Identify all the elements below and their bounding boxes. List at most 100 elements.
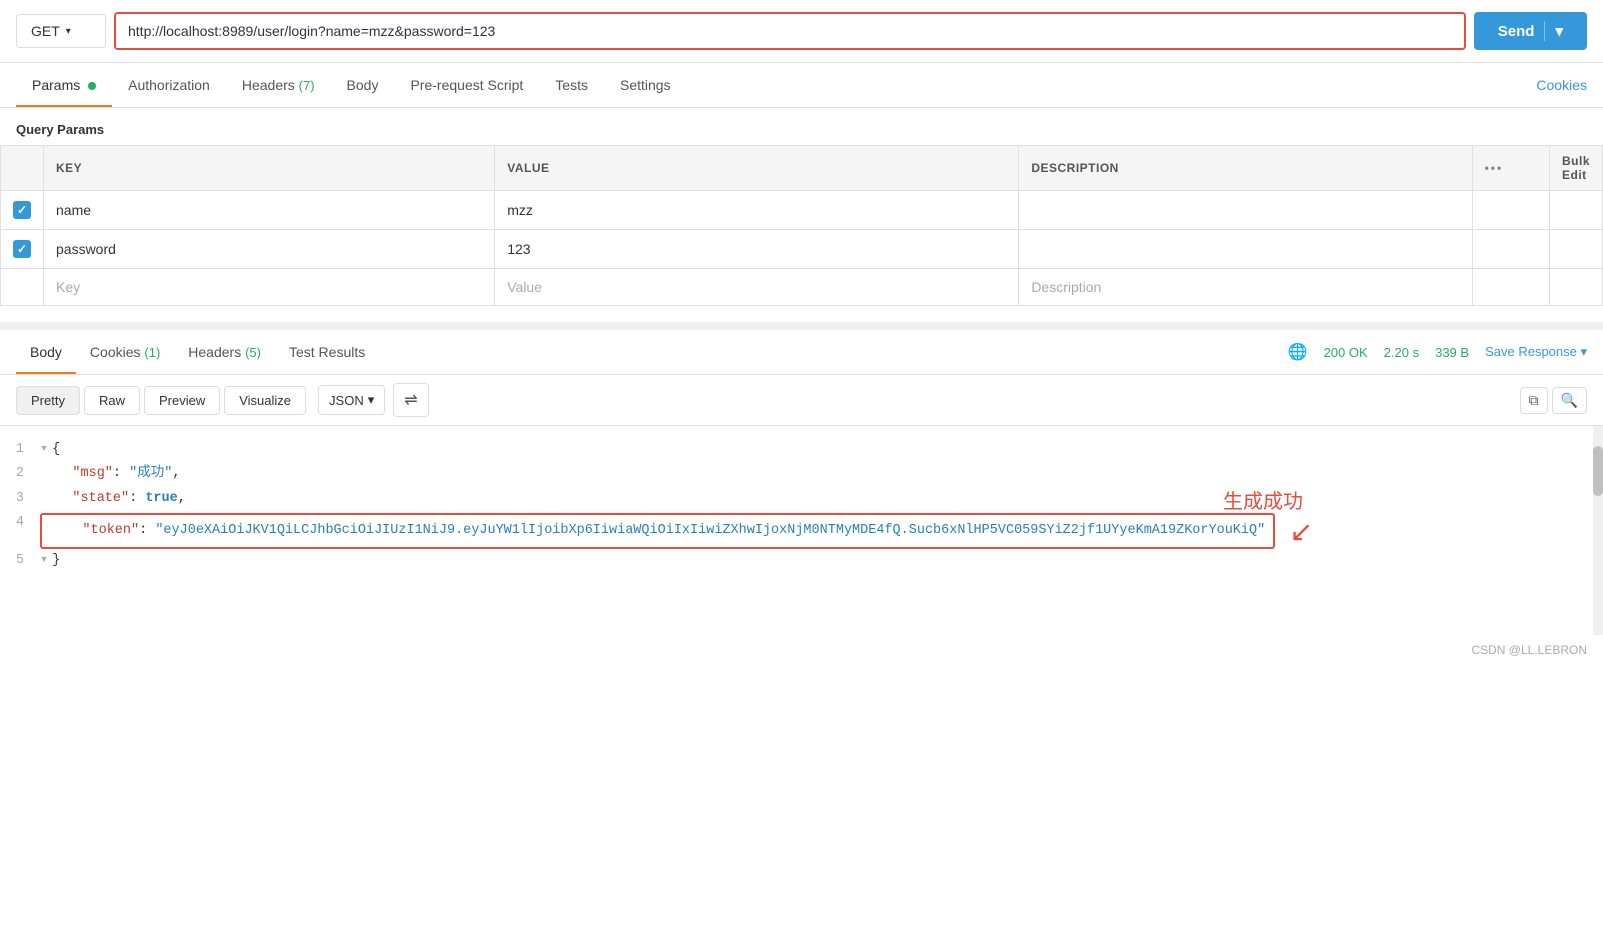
resp-headers-badge: (5) <box>245 345 261 360</box>
url-bar: GET ▾ Send ▾ <box>0 0 1603 63</box>
col-header-bulk[interactable]: Bulk Edit <box>1549 146 1602 191</box>
format-raw-btn[interactable]: Raw <box>84 386 140 415</box>
row1-extra <box>1549 191 1602 230</box>
line-num-2: 2 <box>0 462 40 486</box>
format-type-select[interactable]: JSON ▾ <box>318 385 385 415</box>
empty-key[interactable]: Key <box>44 269 495 306</box>
headers-badge: (7) <box>299 78 315 93</box>
code-line-4: 4 "token": "eyJ0eXAiOiJKV1QiLCJhbGciOiJI… <box>0 511 1603 549</box>
row2-extra <box>1549 230 1602 269</box>
section-divider <box>0 322 1603 330</box>
method-select[interactable]: GET ▾ <box>16 14 106 48</box>
response-time: 2.20 s <box>1384 345 1419 360</box>
empty-value[interactable]: Value <box>495 269 1019 306</box>
line-content-2: "msg": "成功", <box>40 462 1603 486</box>
response-tab-cookies[interactable]: Cookies (1) <box>76 330 174 374</box>
tab-settings[interactable]: Settings <box>604 63 687 107</box>
query-params-header: Query Params <box>0 108 1603 145</box>
send-divider <box>1544 21 1545 41</box>
tab-headers[interactable]: Headers (7) <box>226 63 331 107</box>
table-row: password 123 <box>1 230 1603 269</box>
watermark: CSDN @LL.LEBRON <box>0 635 1603 665</box>
tab-params[interactable]: Params <box>16 63 112 107</box>
cookies-link[interactable]: Cookies <box>1536 77 1587 93</box>
line-content-1: ▾{ <box>40 438 1603 462</box>
row2-value[interactable]: 123 <box>495 230 1019 269</box>
response-meta: 🌐 200 OK 2.20 s 339 B Save Response ▾ <box>1288 342 1587 362</box>
row2-checkbox-cell[interactable] <box>1 230 44 269</box>
row2-desc[interactable] <box>1019 230 1472 269</box>
fold-icon-1[interactable]: ▾ <box>40 442 48 457</box>
cookies-badge: (1) <box>144 345 160 360</box>
save-response-link[interactable]: Save Response ▾ <box>1485 344 1587 360</box>
empty-actions <box>1472 269 1549 306</box>
row1-key[interactable]: name <box>44 191 495 230</box>
send-button[interactable]: Send ▾ <box>1474 12 1587 50</box>
col-header-check <box>1 146 44 191</box>
response-tab-headers[interactable]: Headers (5) <box>174 330 275 374</box>
col-header-actions: ••• <box>1472 146 1549 191</box>
format-pretty-btn[interactable]: Pretty <box>16 386 80 415</box>
col-header-value: VALUE <box>495 146 1019 191</box>
globe-icon: 🌐 <box>1288 342 1308 362</box>
row2-checkbox[interactable] <box>13 240 31 258</box>
request-tabs-bar: Params Authorization Headers (7) Body Pr… <box>0 63 1603 108</box>
line-num-1: 1 <box>0 438 40 462</box>
row1-checkbox-cell[interactable] <box>1 191 44 230</box>
line-num-3: 3 <box>0 487 40 511</box>
fold-icon-5[interactable]: ▾ <box>40 553 48 568</box>
annotation-text: 生成成功 <box>1223 485 1303 514</box>
code-line-2: 2 "msg": "成功", <box>0 462 1603 486</box>
code-area: 1 ▾{ 2 "msg": "成功", 3 "state": true, 4 <box>0 426 1603 635</box>
response-tab-body[interactable]: Body <box>16 330 76 374</box>
empty-checkbox-cell <box>1 269 44 306</box>
row1-desc[interactable] <box>1019 191 1472 230</box>
format-type-label: JSON <box>329 393 364 408</box>
format-preview-btn[interactable]: Preview <box>144 386 220 415</box>
send-chevron-icon: ▾ <box>1555 22 1563 40</box>
url-input-wrapper <box>114 12 1466 50</box>
code-line-1: 1 ▾{ <box>0 438 1603 462</box>
response-size: 339 B <box>1435 345 1469 360</box>
line-content-4: "token": "eyJ0eXAiOiJKV1QiLCJhbGciOiJIUz… <box>40 511 1603 549</box>
code-line-5: 5 ▾} <box>0 549 1603 573</box>
tab-authorization[interactable]: Authorization <box>112 63 226 107</box>
scrollbar-thumb[interactable] <box>1593 446 1603 496</box>
params-table: KEY VALUE DESCRIPTION ••• Bulk Edit name… <box>0 145 1603 306</box>
empty-desc[interactable]: Description <box>1019 269 1472 306</box>
row1-actions <box>1472 191 1549 230</box>
row2-actions <box>1472 230 1549 269</box>
format-visualize-btn[interactable]: Visualize <box>224 386 306 415</box>
table-row-empty: Key Value Description <box>1 269 1603 306</box>
row2-key[interactable]: password <box>44 230 495 269</box>
annotation-area: 生成成功 ↙ <box>0 585 1603 635</box>
line-num-5: 5 <box>0 549 40 573</box>
copy-icon[interactable]: ⧉ <box>1520 387 1548 414</box>
code-editor: 1 ▾{ 2 "msg": "成功", 3 "state": true, 4 <box>0 426 1603 585</box>
chevron-down-icon: ▾ <box>66 26 71 37</box>
three-dots-icon: ••• <box>1485 161 1504 175</box>
table-row: name mzz <box>1 191 1603 230</box>
search-icon[interactable]: 🔍 <box>1552 387 1587 414</box>
tab-prerequest[interactable]: Pre-request Script <box>394 63 539 107</box>
row1-value[interactable]: mzz <box>495 191 1019 230</box>
response-tabs-bar: Body Cookies (1) Headers (5) Test Result… <box>0 330 1603 375</box>
code-line-3: 3 "state": true, <box>0 487 1603 511</box>
empty-extra <box>1549 269 1602 306</box>
line-num-4: 4 <box>0 511 40 535</box>
tab-tests[interactable]: Tests <box>539 63 604 107</box>
col-header-key: KEY <box>44 146 495 191</box>
line-content-3: "state": true, <box>40 487 1603 511</box>
scrollbar-track[interactable] <box>1593 426 1603 635</box>
response-tab-test-results[interactable]: Test Results <box>275 330 379 374</box>
wrap-text-btn[interactable]: ⇌ <box>393 383 428 417</box>
params-dot <box>88 82 96 90</box>
method-label: GET <box>31 23 60 39</box>
annotation-arrow-icon: ↙ <box>1290 515 1313 548</box>
row1-checkbox[interactable] <box>13 201 31 219</box>
line-content-5: ▾} <box>40 549 1603 573</box>
format-bar: Pretty Raw Preview Visualize JSON ▾ ⇌ ⧉ … <box>0 375 1603 426</box>
url-input[interactable] <box>116 14 1464 48</box>
col-header-desc: DESCRIPTION <box>1019 146 1472 191</box>
tab-body[interactable]: Body <box>331 63 395 107</box>
